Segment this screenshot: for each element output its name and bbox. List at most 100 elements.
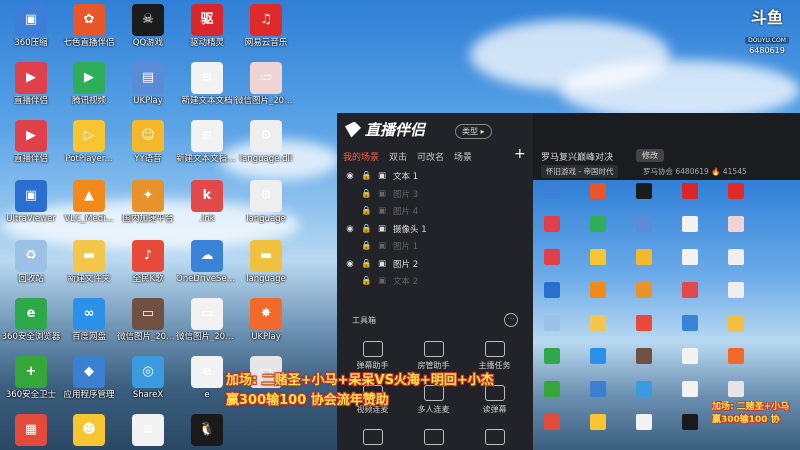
- toolbox-item[interactable]: 主播任务: [467, 341, 522, 371]
- desktop-icon[interactable]: ▶ 直播伴侣: [0, 120, 62, 164]
- eye-icon[interactable]: ◉: [345, 171, 355, 181]
- desktop-icon[interactable]: +360安全卫士: [0, 356, 62, 400]
- preview-icon-image: [590, 414, 606, 430]
- app-icon: k: [191, 180, 223, 212]
- preview-icon-image: [590, 282, 606, 298]
- desktop-icon[interactable]: ≡ 新建文本文档: [176, 62, 238, 106]
- desktop-icon[interactable]: ⚙ language.dll: [235, 120, 297, 164]
- desktop-icon[interactable]: ♪ 全民K歌: [117, 240, 179, 284]
- room-title: 罗马复兴巅峰对决: [541, 153, 614, 163]
- desktop-icon[interactable]: ▣ 360压缩: [0, 4, 62, 48]
- app-icon: +: [15, 356, 47, 388]
- preview-icon-image: [682, 348, 698, 364]
- desktop-icon[interactable]: e 360安全浏览器: [0, 298, 62, 342]
- eye-icon[interactable]: ◉: [345, 224, 355, 234]
- add-scene-button[interactable]: +: [514, 146, 526, 162]
- source-name: 图片 3: [393, 189, 419, 200]
- preview-icon-image: [682, 183, 698, 199]
- source-row[interactable]: 🔒 ▣ 图片 4: [345, 203, 525, 219]
- lock-icon[interactable]: 🔒: [361, 259, 372, 269]
- more-icon[interactable]: ···: [504, 313, 518, 327]
- preview-icon-image: [544, 249, 560, 265]
- tab-rename[interactable]: 可改名: [417, 150, 444, 163]
- source-row[interactable]: ◉ 🔒 ▣ 摄像头 1: [345, 221, 525, 237]
- desktop-icon[interactable]: ⚙ language: [235, 180, 297, 224]
- app-icon: ✸: [250, 298, 282, 330]
- douyu-watermark: 斗鱼 DOUYU.COM 6480619: [742, 9, 792, 55]
- source-row[interactable]: 🔒 ▣ 文本 2: [345, 273, 525, 289]
- tab-my-scenes[interactable]: 我的场景: [343, 150, 379, 163]
- toolbox-title: 工具箱: [352, 316, 376, 325]
- source-name: 图片 4: [393, 207, 419, 217]
- desktop-icon[interactable]: ≡: [117, 414, 179, 448]
- lock-icon[interactable]: 🔒: [361, 206, 372, 216]
- desktop-icon[interactable]: ▶ 腾讯视频: [58, 62, 120, 106]
- toolbox-item[interactable]: [467, 429, 522, 448]
- desktop-icon[interactable]: ♫ 网易云音乐: [235, 4, 297, 48]
- source-type-icon: ▣: [377, 258, 387, 269]
- toolbox-item[interactable]: [345, 429, 400, 448]
- tool-icon: [484, 429, 505, 445]
- source-row[interactable]: ◉ 🔒 ▣ 文本 1: [345, 168, 525, 184]
- desktop-icon[interactable]: ≡ 新建文本文档(2): [176, 120, 238, 164]
- preview-icon-image: [636, 249, 652, 265]
- preview-icon-image: [544, 216, 560, 232]
- preview-icon-image: [728, 249, 744, 265]
- toolbox-item[interactable]: 房管助手: [406, 341, 461, 371]
- source-row[interactable]: 🔒 ▣ 图片 3: [345, 186, 525, 202]
- desktop-icon[interactable]: ✦ 国内加速平台: [117, 180, 179, 224]
- desktop-icon[interactable]: ▭ 微信图片_2021080...: [117, 298, 179, 342]
- lock-icon[interactable]: 🔒: [361, 276, 372, 286]
- app-icon: ◎: [132, 356, 164, 388]
- desktop-icon[interactable]: ✸ UKPlay: [235, 298, 297, 342]
- lock-icon[interactable]: 🔒: [361, 171, 372, 181]
- preview-icon-image: [636, 183, 652, 199]
- desktop-icon[interactable]: ▭ 微信图片_2021082...: [176, 298, 238, 342]
- lock-icon[interactable]: 🔒: [361, 241, 372, 251]
- preview-icon: [581, 216, 615, 233]
- desktop-icon[interactable]: ▲ VLC_Medi...: [58, 180, 120, 224]
- category-label[interactable]: 怀旧游戏 - 帝国时代: [541, 165, 619, 178]
- desktop-icon-label: 新建文本文档(2): [176, 154, 238, 164]
- desktop-icon-label: 直播伴侣: [13, 154, 48, 164]
- desktop-icon[interactable]: ☺ YY语音: [117, 120, 179, 164]
- desktop-icon-label: 360安全浏览器: [1, 332, 61, 342]
- toolbox-item[interactable]: 弹幕助手: [345, 341, 400, 371]
- desktop-icon[interactable]: ✿ 七色直播伴侣: [58, 4, 120, 48]
- preview-icon: [673, 216, 707, 233]
- desktop-icon[interactable]: ∞ 百度网盘: [58, 298, 120, 342]
- desktop-icon[interactable]: ▶ 直播伴侣: [0, 62, 62, 106]
- desktop-icon[interactable]: ▬ language: [235, 240, 297, 284]
- desktop-icon[interactable]: ▤ UKPlay: [117, 62, 179, 106]
- desktop-icon[interactable]: ♻ 回收站: [0, 240, 62, 284]
- desktop-icon[interactable]: 驱驱动精灵: [176, 4, 238, 48]
- modify-button[interactable]: 修改: [636, 149, 664, 162]
- desktop-icon[interactable]: ▬ 新建文件夹: [58, 240, 120, 284]
- lock-icon[interactable]: 🔒: [361, 224, 372, 234]
- toolbox-item[interactable]: [406, 429, 461, 448]
- desktop-icon[interactable]: ☻: [58, 414, 120, 448]
- desktop-icon[interactable]: ▦: [0, 414, 62, 448]
- source-row[interactable]: 🔒 ▣ 图片 1: [345, 238, 525, 254]
- lock-icon[interactable]: 🔒: [361, 189, 372, 199]
- tab-scene[interactable]: 场景: [454, 150, 472, 163]
- desktop-icon[interactable]: ▷ PotPlayer...: [58, 120, 120, 164]
- desktop-icon[interactable]: k .lnk: [176, 180, 238, 224]
- type-button[interactable]: 类型 ▸: [455, 124, 492, 139]
- source-row[interactable]: ◉ 🔒 ▣ 图片 2: [345, 256, 525, 272]
- preview-icon-image: [636, 414, 652, 430]
- desktop-icon[interactable]: ◎ ShareX: [117, 356, 179, 400]
- app-icon: ≡: [191, 120, 223, 152]
- preview-icon: [673, 282, 707, 299]
- preview-icon-image: [682, 216, 698, 232]
- app-icon: ▭: [132, 298, 164, 330]
- desktop-icon[interactable]: ◆ 应用程序管理: [58, 356, 120, 400]
- desktop-icon[interactable]: ▣ UltraViewer: [0, 180, 62, 224]
- desktop-icon[interactable]: 🐧: [176, 414, 238, 448]
- tab-double-click[interactable]: 双击: [389, 150, 407, 163]
- desktop-icon[interactable]: ▭ 微信图片_2022010...: [235, 62, 297, 106]
- desktop-icon[interactable]: ☁ OneDriveSetup: [176, 240, 238, 284]
- preview-icon-image: [728, 216, 744, 232]
- desktop-icon[interactable]: ☠ QQ游戏: [117, 4, 179, 48]
- eye-icon[interactable]: ◉: [345, 259, 355, 269]
